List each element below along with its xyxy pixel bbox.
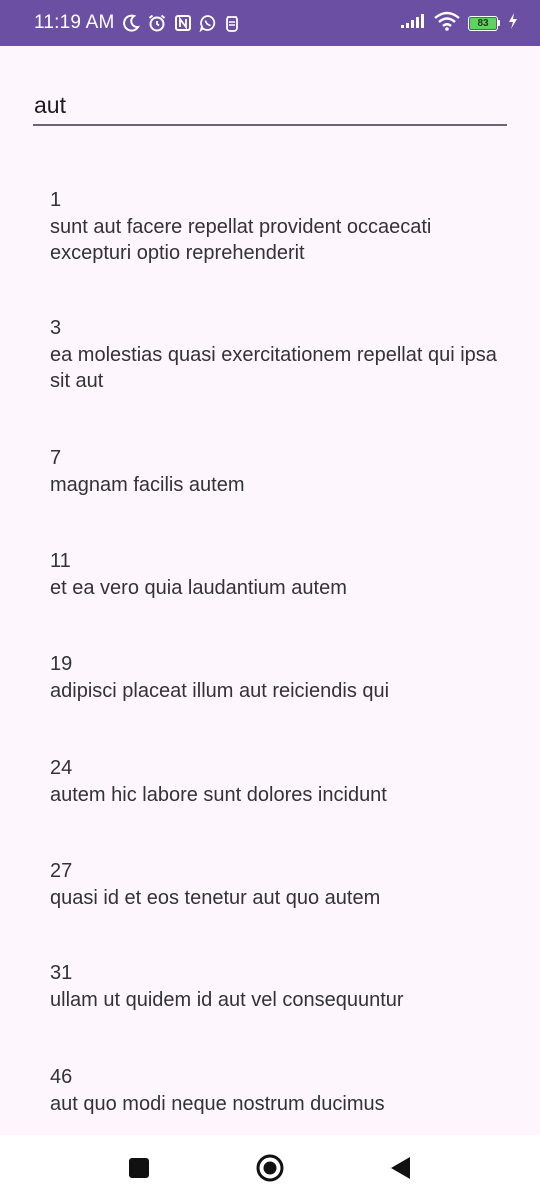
list-item-id: 3 — [50, 317, 62, 339]
list-item[interactable]: 46 aut quo modi neque nostrum ducimus — [0, 1065, 540, 1117]
list-item-id: 27 — [50, 860, 73, 882]
list-item-title: sunt aut facere repellat provident occae… — [50, 216, 432, 264]
list-item[interactable]: 31 ullam ut quidem id aut vel consequuntu… — [0, 961, 540, 1013]
battery-icon: 83 — [468, 15, 500, 31]
list-item[interactable]: 27 quasi id et eos tenetur aut quo autem — [0, 859, 540, 911]
app-notification-icon — [224, 14, 240, 32]
search-input[interactable] — [33, 86, 507, 124]
wifi-icon — [434, 11, 460, 36]
back-button[interactable] — [383, 1150, 419, 1186]
result-list[interactable]: 1 sunt aut facere repellat provident occa… — [0, 160, 540, 1135]
home-button[interactable] — [252, 1150, 288, 1186]
list-item-id: 11 — [50, 550, 71, 572]
list-item-id: 46 — [50, 1066, 73, 1088]
list-item[interactable]: 1 sunt aut facere repellat provident occa… — [0, 188, 540, 266]
list-item[interactable]: 24 autem hic labore sunt dolores incidunt — [0, 756, 540, 808]
list-item[interactable]: 3 ea molestias quasi exercitationem repel… — [0, 316, 540, 394]
list-item-title: quasi id et eos tenetur aut quo autem — [50, 887, 381, 909]
list-item-title: autem hic labore sunt dolores incidunt — [50, 784, 387, 806]
alarm-icon — [147, 13, 167, 33]
list-item-id: 1 — [50, 189, 62, 211]
navigation-bar — [0, 1135, 540, 1200]
list-item-id: 7 — [50, 447, 62, 469]
list-item-title: adipisci placeat illum aut reiciendis qu… — [50, 680, 390, 702]
whatsapp-icon — [199, 14, 217, 32]
list-item-title: et ea vero quia laudantium autem — [50, 577, 347, 599]
search-underline — [33, 124, 507, 126]
recents-button[interactable] — [121, 1150, 157, 1186]
status-time: 11:19 AM — [34, 12, 115, 33]
recents-square-icon — [129, 1157, 149, 1178]
status-bar: 11:19 AM 83 — [0, 0, 540, 46]
home-circle-icon — [256, 1154, 284, 1181]
list-item-title: aut quo modi neque nostrum ducimus — [50, 1093, 385, 1115]
signal-icon — [400, 13, 426, 34]
list-item-id: 31 — [50, 962, 73, 984]
list-item[interactable]: 7 magnam facilis autem — [0, 446, 540, 498]
back-triangle-icon — [391, 1156, 410, 1179]
battery-level: 83 — [470, 17, 496, 29]
list-item-id: 19 — [50, 653, 73, 675]
nfc-icon — [174, 14, 192, 32]
moon-icon — [122, 14, 141, 32]
list-item-title: magnam facilis autem — [50, 474, 245, 496]
charging-icon — [508, 12, 518, 34]
search-field[interactable] — [33, 86, 507, 126]
list-item-title: ea molestias quasi exercitationem repell… — [50, 344, 497, 392]
list-item-id: 24 — [50, 757, 73, 779]
list-item[interactable]: 19 adipisci placeat illum aut reiciendis … — [0, 652, 540, 704]
list-item-title: ullam ut quidem id aut vel consequuntur — [50, 989, 404, 1011]
list-item[interactable]: 11 et ea vero quia laudantium autem — [0, 549, 540, 601]
